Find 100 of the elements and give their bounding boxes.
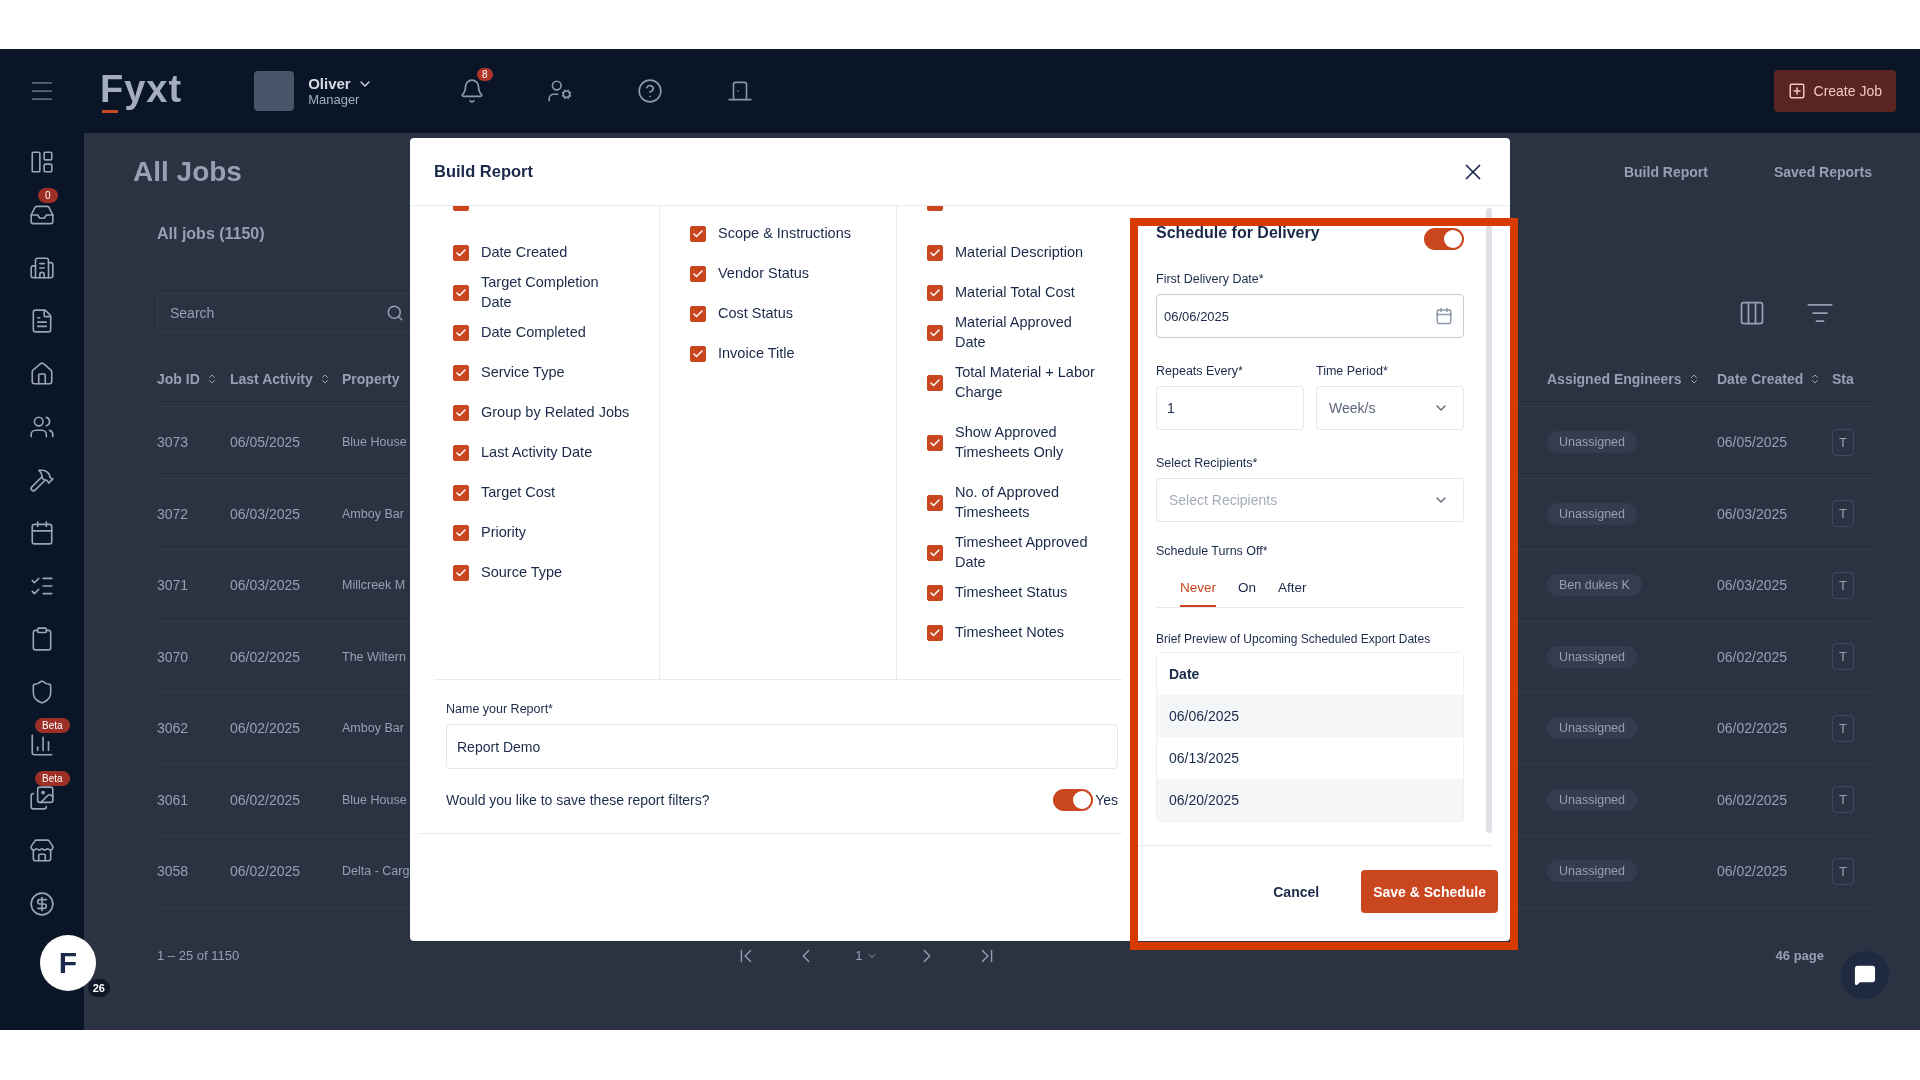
checkbox[interactable]	[927, 206, 943, 211]
column-header[interactable]: Assigned Engineers	[1547, 370, 1717, 387]
checkbox[interactable]	[690, 346, 706, 362]
checkbox[interactable]	[927, 435, 943, 451]
checkbox[interactable]	[690, 306, 706, 322]
checkbox[interactable]	[453, 485, 469, 501]
save-schedule-button[interactable]: Save & Schedule	[1361, 870, 1498, 913]
option-tab[interactable]: After	[1278, 572, 1307, 607]
checkbox[interactable]	[453, 245, 469, 261]
checkbox[interactable]	[453, 445, 469, 461]
table-cell-text: 3058	[157, 863, 190, 880]
table-columns-icon[interactable]	[1738, 299, 1766, 327]
column-checkbox[interactable]: No. of Approved Timesheets	[927, 473, 1120, 533]
column-checkbox[interactable]: Material Approved Date	[927, 313, 1120, 353]
column-header[interactable]: Last Activity	[230, 370, 342, 387]
column-checkbox[interactable]: Source Type	[453, 553, 659, 593]
column-checkbox[interactable]: Timesheet Status	[927, 573, 1120, 613]
option-tab[interactable]: On	[1238, 572, 1257, 607]
house-icon[interactable]	[29, 361, 55, 387]
checkbox[interactable]	[453, 285, 469, 301]
page-range: 1 – 25 of 1150	[157, 948, 240, 963]
checkbox[interactable]	[927, 495, 943, 511]
column-checkbox[interactable]: Cost Status	[690, 294, 896, 334]
checkbox[interactable]	[453, 405, 469, 421]
logo[interactable]: Fyxt	[100, 68, 183, 114]
column-header[interactable]: Property	[342, 370, 414, 387]
checkbox[interactable]	[927, 545, 943, 561]
user-name[interactable]: Oliver	[308, 75, 373, 92]
engineer-tag: Unassigned	[1547, 860, 1637, 883]
create-job-button[interactable]: Create Job	[1773, 70, 1896, 112]
report-name-field[interactable]: Report Demo	[446, 724, 1118, 769]
column-checkbox[interactable]: Service Type	[453, 353, 659, 393]
column-header[interactable]: Sta	[1832, 370, 1872, 387]
engineer-tag: Unassigned	[1547, 431, 1637, 454]
checkbox[interactable]	[690, 266, 706, 282]
toggle-switch[interactable]	[1424, 228, 1464, 250]
period-select[interactable]: Week/s	[1316, 386, 1464, 430]
help-icon[interactable]	[636, 78, 663, 104]
header-link[interactable]: Saved Reports	[1773, 164, 1872, 180]
dollar-icon[interactable]	[29, 891, 55, 917]
card-title: All jobs (1150)	[157, 225, 265, 243]
avatar[interactable]	[254, 71, 295, 111]
toggle-switch[interactable]	[1053, 789, 1094, 811]
column-checkbox[interactable]: Priority	[453, 513, 659, 553]
status-tag: T	[1832, 857, 1854, 885]
checkbox[interactable]	[927, 285, 943, 301]
column-checkbox[interactable]: Invoice Title	[690, 334, 896, 374]
column-checkbox[interactable]: Show Approved Timesheets Only	[927, 413, 1120, 473]
checkbox[interactable]	[927, 375, 943, 391]
notification-badge: 8	[477, 68, 493, 81]
table-cell-text: 06/02/2025	[230, 720, 302, 737]
checkbox[interactable]	[927, 585, 943, 601]
check-icon	[455, 527, 467, 539]
images-icon[interactable]	[29, 785, 55, 811]
table-cell-text: 06/02/2025	[1717, 791, 1789, 808]
checkbox[interactable]	[453, 525, 469, 541]
user-gear-icon[interactable]	[546, 78, 573, 104]
calendar-icon[interactable]	[29, 520, 55, 546]
column-checkbox[interactable]: Timesheet Notes	[927, 613, 1120, 653]
bar-chart-icon[interactable]	[29, 732, 55, 758]
column-checkbox[interactable]: Last Activity Date	[453, 433, 659, 473]
scrollbar[interactable]	[1486, 208, 1492, 833]
column-checkbox[interactable]: Material Total Cost	[927, 273, 1120, 313]
store-icon[interactable]	[29, 838, 55, 864]
layout-icon[interactable]	[29, 149, 55, 175]
column-header[interactable]: Job ID	[157, 370, 230, 387]
checkbox[interactable]	[927, 625, 943, 641]
column-header[interactable]: Date Created	[1717, 370, 1832, 387]
check-icon	[692, 308, 704, 320]
table-cell-text: 3071	[157, 577, 190, 594]
column-checkbox[interactable]: Target Cost	[453, 473, 659, 513]
column-checkbox[interactable]: Date Created	[453, 233, 659, 273]
column-checkbox[interactable]: Material Description	[927, 233, 1120, 273]
checkbox[interactable]	[453, 325, 469, 341]
hammer-icon[interactable]	[29, 467, 55, 493]
option-tab[interactable]: Never	[1180, 572, 1216, 607]
column-checkbox[interactable]: Scope & Instructions	[690, 214, 896, 254]
column-checkbox[interactable]: Group by Related Jobs	[453, 393, 659, 433]
cancel-button[interactable]: Cancel	[1261, 873, 1332, 910]
date-field[interactable]: 06/06/2025	[1156, 294, 1464, 338]
checkbox[interactable]	[453, 365, 469, 381]
sidebar-badge: 0	[38, 188, 58, 203]
column-checkbox[interactable]: Vendor Status	[690, 254, 896, 294]
checkbox[interactable]	[927, 245, 943, 261]
engineer-tag: Ben dukes K	[1547, 574, 1642, 597]
users-icon[interactable]	[29, 414, 55, 440]
field-label: Select Recipients*	[1156, 456, 1259, 470]
repeats-field[interactable]: 1	[1156, 386, 1304, 430]
checkbox[interactable]	[453, 206, 469, 211]
column-checkbox[interactable]: Total Material + Labor Charge	[927, 353, 1120, 413]
checkbox[interactable]	[690, 226, 706, 242]
sidebar-badge: Beta	[35, 718, 70, 733]
column-checkbox[interactable]: Timesheet Approved Date	[927, 533, 1120, 573]
column-checkbox[interactable]: Target Completion Date	[453, 273, 659, 313]
column-checkbox[interactable]: Date Completed	[453, 313, 659, 353]
page-select[interactable]: 1	[855, 948, 879, 963]
checkbox[interactable]	[927, 325, 943, 341]
checkbox[interactable]	[453, 565, 469, 581]
building-icon[interactable]	[29, 255, 55, 281]
header-link[interactable]: Build Report	[1623, 164, 1708, 180]
